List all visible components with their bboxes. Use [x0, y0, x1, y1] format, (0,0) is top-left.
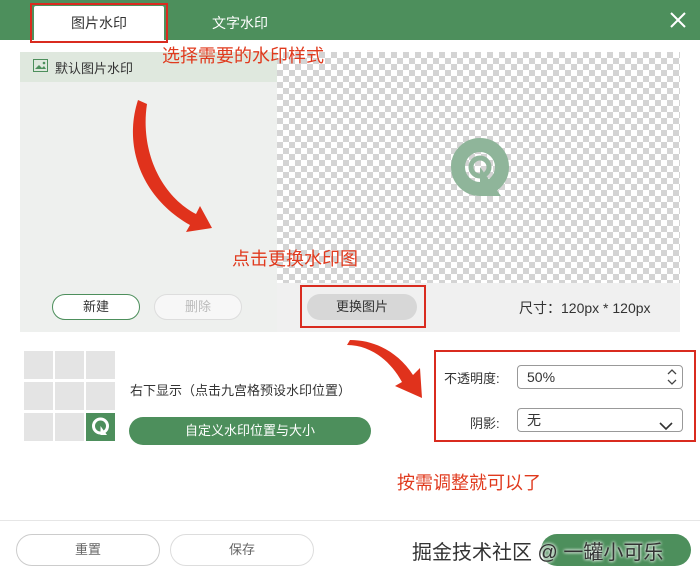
red-arrow-icon [347, 340, 422, 398]
annotation-click-replace: 点击更换水印图 [232, 249, 358, 269]
annotation-arrows [132, 100, 422, 398]
annotation-adjust: 按需调整就可以了 [397, 473, 541, 493]
red-arrow-icon [132, 100, 212, 232]
annotation-select-style: 选择需要的水印样式 [162, 46, 324, 66]
